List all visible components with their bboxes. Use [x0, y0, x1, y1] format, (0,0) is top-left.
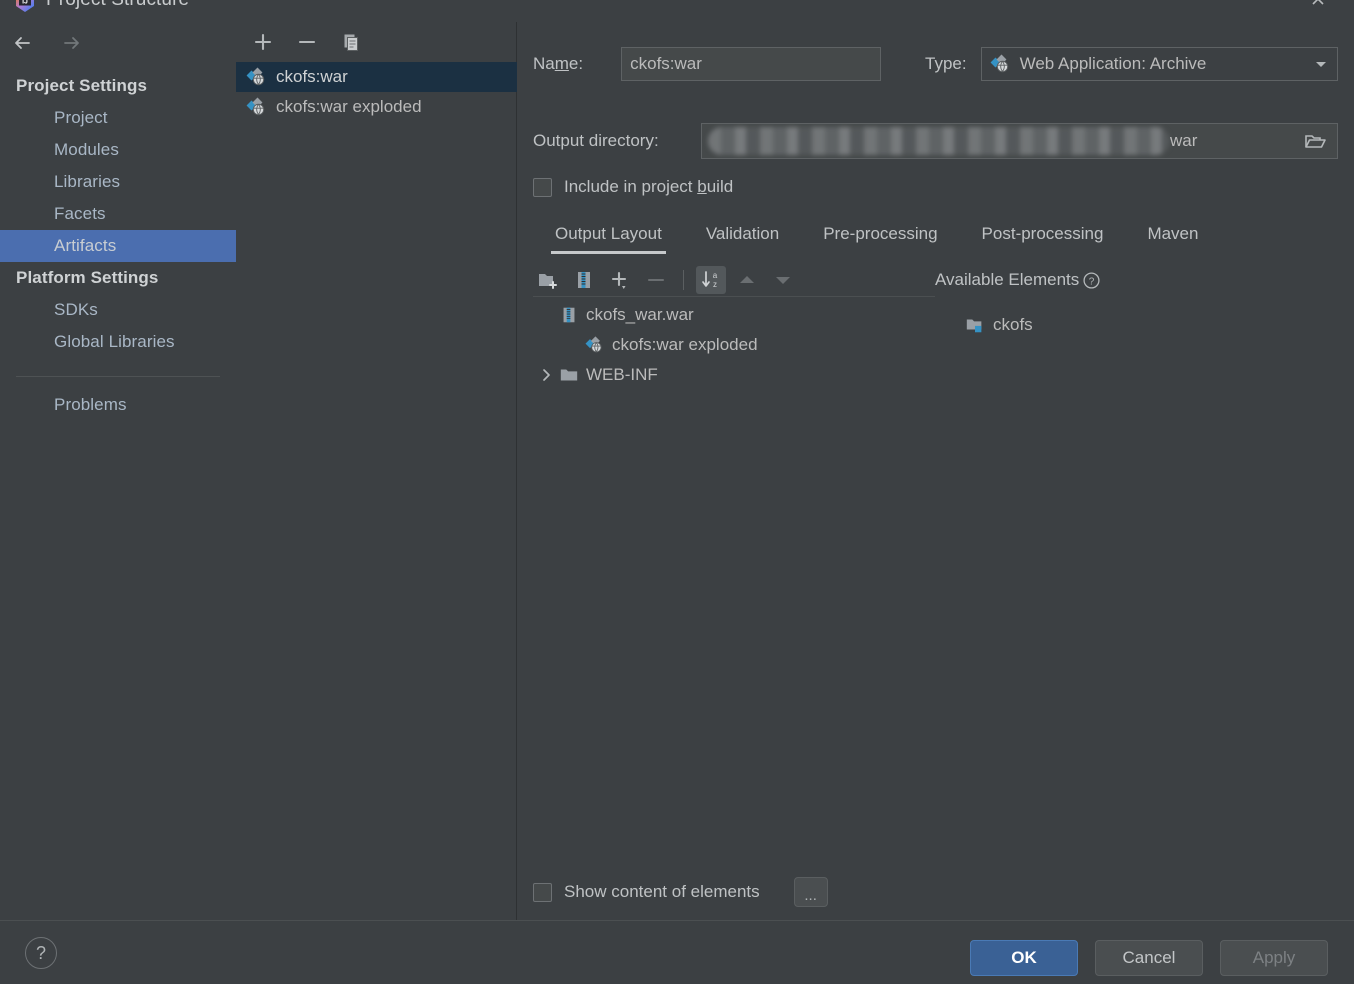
title-bar: IJ Project Structure — [0, 0, 1354, 22]
sort-az-icon[interactable]: a z — [696, 265, 726, 294]
show-content-row: Show content of elements ... — [533, 877, 828, 907]
folder-open-icon[interactable] — [1293, 124, 1337, 158]
name-label: Name: — [533, 54, 584, 73]
sidebar-group-platform-settings: Platform Settings — [16, 268, 159, 287]
available-elements-header: Available Elements ? — [935, 270, 1101, 290]
include-in-project-build-row[interactable]: Include in project build — [533, 177, 733, 197]
chevron-right-icon[interactable] — [533, 367, 559, 383]
svg-text:z: z — [713, 280, 717, 289]
show-content-of-elements-checkbox[interactable] — [533, 882, 552, 902]
output-directory-label: Output directory: — [533, 131, 659, 150]
chevron-down-icon — [1313, 56, 1329, 72]
toolbar-separator — [683, 269, 684, 290]
svg-text:a: a — [713, 271, 718, 280]
tab-validation[interactable]: Validation — [684, 220, 801, 254]
sidebar-item-artifacts[interactable]: Artifacts — [0, 230, 236, 262]
sidebar-item-project[interactable]: Project — [0, 102, 236, 134]
artifact-tabs: Output Layout Validation Pre-processing … — [533, 220, 1338, 262]
output-layout-tree: ckofs_war.war ckofs:war exploded WEB-INF — [533, 300, 935, 880]
settings-category-list: Project Settings Project Modules Librari… — [0, 70, 236, 421]
artifact-type-dropdown[interactable]: Web Application: Archive — [980, 47, 1338, 81]
artifact-list-item-label: ckofs:war — [276, 67, 348, 86]
tab-pre-processing[interactable]: Pre-processing — [801, 220, 959, 254]
output-directory-row: Output directory: war — [533, 122, 1338, 160]
tab-post-processing[interactable]: Post-processing — [960, 220, 1126, 254]
artifacts-list: ckofs:war ckofs:war exploded — [236, 62, 517, 920]
arrow-up-icon — [732, 266, 762, 294]
apply-button: Apply — [1220, 940, 1328, 976]
web-archive-icon — [246, 66, 268, 88]
include-in-project-build-label: Include in project build — [564, 177, 734, 196]
tree-row-label: WEB-INF — [586, 365, 658, 384]
module-output-icon — [965, 315, 985, 335]
svg-text:IJ: IJ — [22, 0, 28, 5]
available-element-label: ckofs — [993, 315, 1033, 334]
sidebar-item-libraries[interactable]: Libraries — [0, 166, 236, 198]
tree-row-label: ckofs_war.war — [586, 305, 694, 324]
artifacts-list-panel: ckofs:war ckofs:war exploded — [236, 22, 517, 920]
arrow-down-icon — [768, 266, 798, 294]
output-directory-visible-text: war — [1170, 131, 1198, 150]
settings-sidebar: Project Settings Project Modules Librari… — [0, 22, 236, 920]
name-and-type-row: Name: ckofs:war Type: Web Application: A… — [533, 46, 1338, 82]
sidebar-divider — [16, 376, 220, 377]
close-icon[interactable] — [1307, 0, 1329, 10]
tree-row-web-inf[interactable]: WEB-INF — [533, 360, 935, 390]
copy-artifact-icon[interactable] — [338, 29, 364, 55]
folder-icon — [559, 365, 579, 385]
artifact-name-input[interactable]: ckofs:war — [621, 47, 881, 81]
navigation-arrows — [10, 30, 84, 56]
output-directory-input[interactable]: war — [701, 123, 1338, 159]
help-button[interactable]: ? — [25, 937, 57, 969]
intellij-idea-icon: IJ — [14, 0, 36, 13]
archive-icon[interactable] — [569, 266, 599, 294]
artifact-list-item-label: ckofs:war exploded — [276, 97, 422, 116]
svg-text:?: ? — [1089, 276, 1095, 287]
tab-maven[interactable]: Maven — [1125, 220, 1220, 254]
available-element-row-ckofs[interactable]: ckofs — [935, 310, 1335, 340]
type-label: Type: — [925, 54, 967, 73]
include-in-project-build-checkbox[interactable] — [533, 177, 552, 197]
artifacts-toolbar — [236, 22, 517, 62]
web-exploded-icon — [585, 335, 605, 355]
add-artifact-button[interactable] — [250, 29, 276, 55]
window-title: Project Structure — [46, 0, 189, 11]
sidebar-item-global-libraries[interactable]: Global Libraries — [0, 326, 236, 358]
artifact-type-value: Web Application: Archive — [1019, 54, 1207, 73]
artifact-list-item-ckofs-war[interactable]: ckofs:war — [236, 62, 517, 92]
new-folder-icon[interactable] — [533, 266, 563, 294]
available-elements-tree: ckofs — [935, 310, 1335, 340]
web-exploded-icon — [246, 96, 268, 118]
forward-arrow-icon[interactable] — [58, 30, 84, 56]
show-content-of-elements-label: Show content of elements — [564, 882, 760, 901]
back-arrow-icon[interactable] — [10, 30, 36, 56]
ok-button[interactable]: OK — [970, 940, 1078, 976]
tree-row-label: ckofs:war exploded — [612, 335, 758, 354]
sidebar-item-modules[interactable]: Modules — [0, 134, 236, 166]
sidebar-item-sdks[interactable]: SDKs — [0, 294, 236, 326]
web-archive-icon — [990, 53, 1012, 75]
tree-row-ckofs-war-exploded[interactable]: ckofs:war exploded — [533, 330, 935, 360]
remove-artifact-button[interactable] — [294, 29, 320, 55]
available-elements-title: Available Elements — [935, 270, 1080, 289]
plus-dropdown-icon[interactable] — [605, 266, 635, 294]
redacted-path-overlay — [708, 127, 1170, 155]
project-structure-dialog: IJ Project Structure Project Se — [0, 0, 1354, 984]
artifact-detail-panel: Name: ckofs:war Type: Web Application: A… — [517, 22, 1354, 920]
archive-icon — [559, 305, 579, 325]
tab-output-layout[interactable]: Output Layout — [533, 220, 684, 254]
tree-row-ckofs-war-war[interactable]: ckofs_war.war — [533, 300, 935, 330]
more-options-button[interactable]: ... — [793, 877, 828, 907]
cancel-button[interactable]: Cancel — [1095, 940, 1203, 976]
sidebar-group-project-settings: Project Settings — [16, 76, 148, 95]
artifact-list-item-ckofs-war-exploded[interactable]: ckofs:war exploded — [236, 92, 517, 122]
question-circle-icon[interactable]: ? — [1082, 271, 1101, 290]
output-layout-toolbar: a z — [533, 263, 935, 297]
sidebar-item-problems[interactable]: Problems — [0, 389, 236, 421]
minus-icon — [641, 266, 671, 294]
sidebar-item-facets[interactable]: Facets — [0, 198, 236, 230]
